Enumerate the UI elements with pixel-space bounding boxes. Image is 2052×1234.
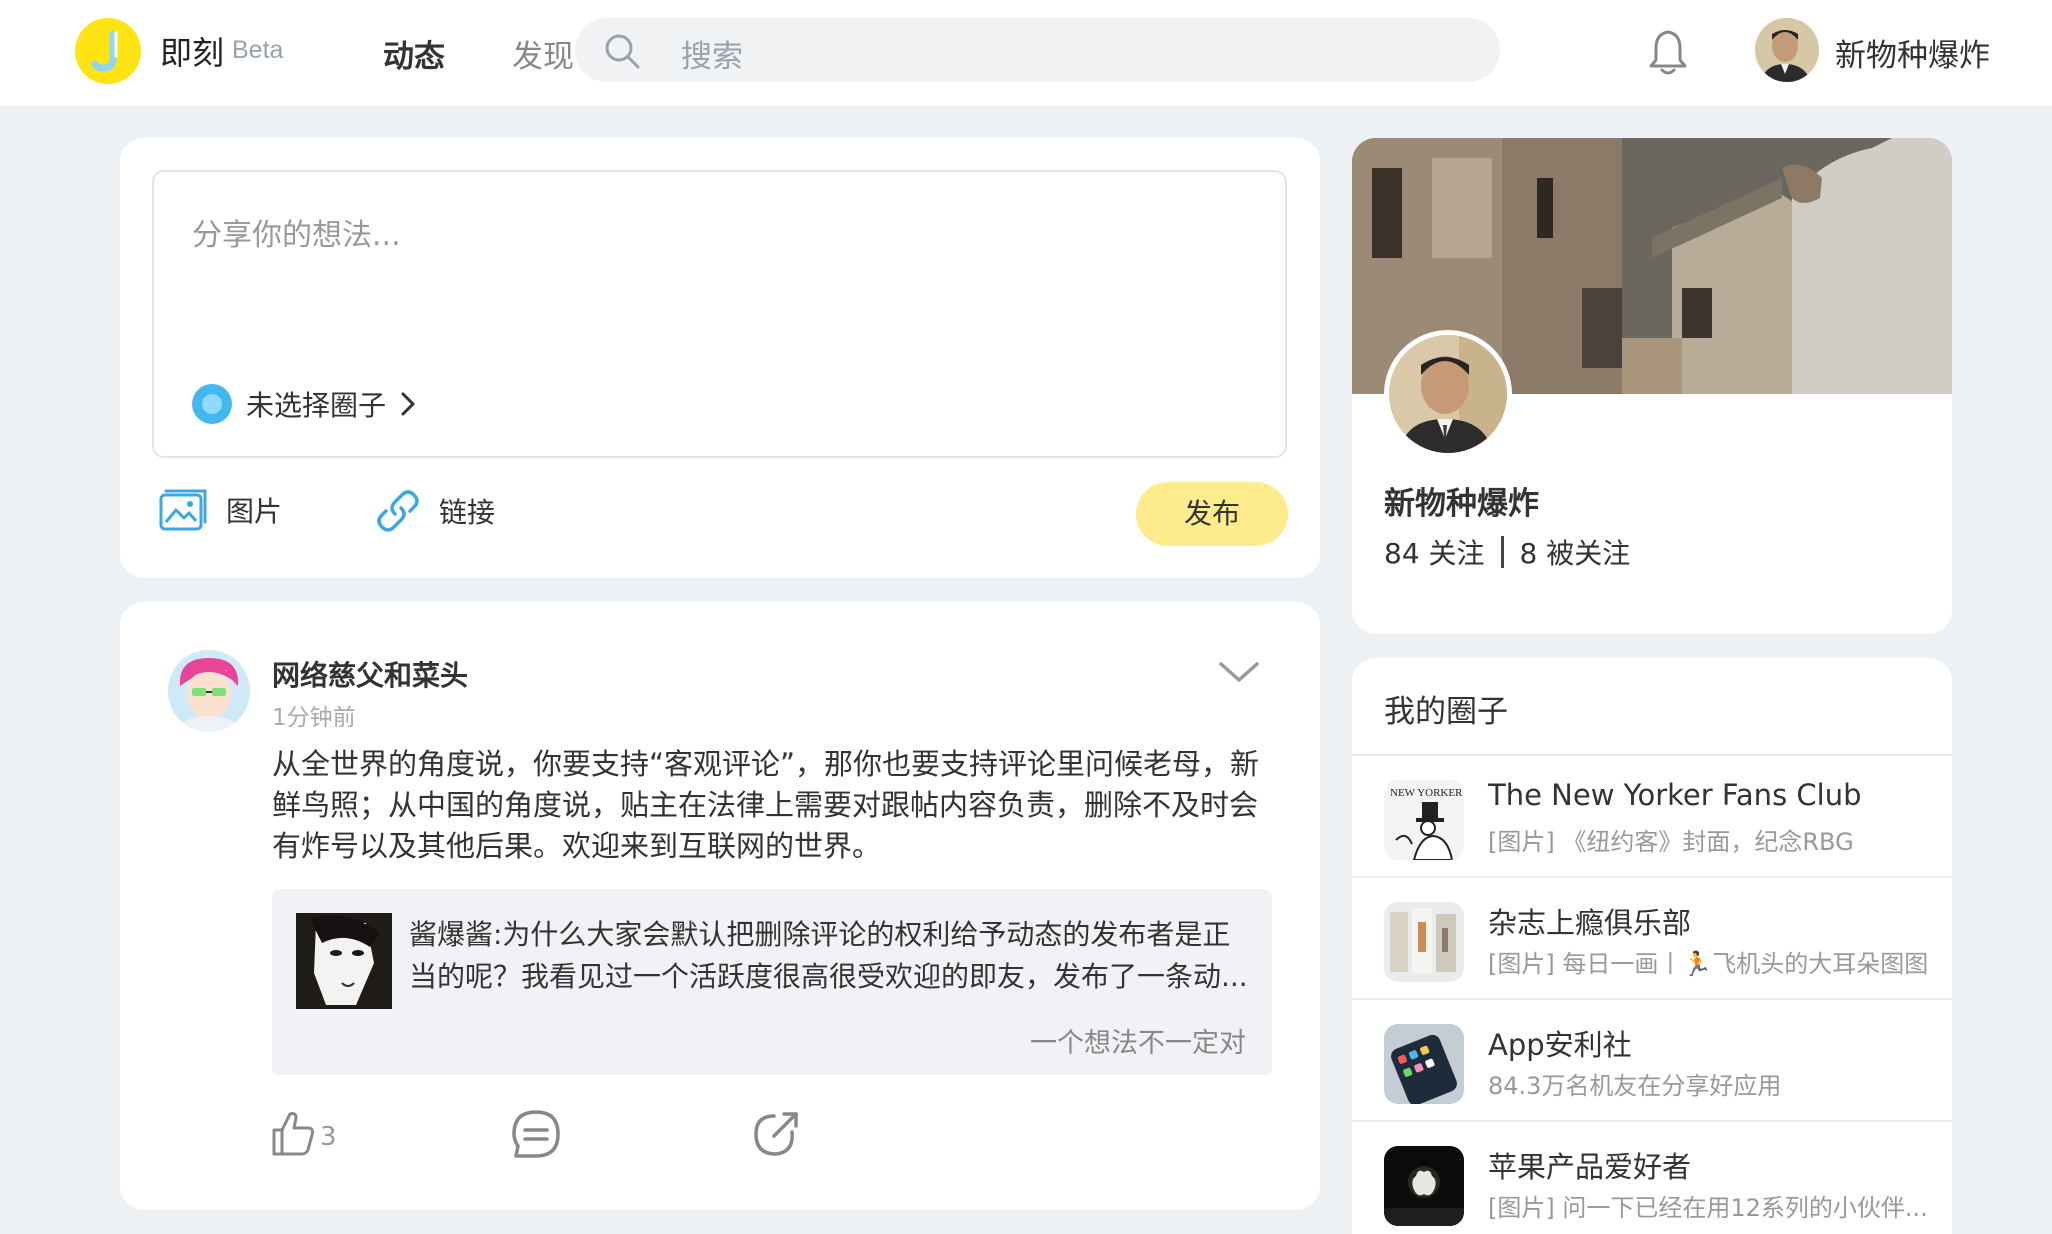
- nav-feed-tab[interactable]: 动态: [383, 31, 445, 76]
- circle-thumbnail: NEW YORKER: [1384, 780, 1464, 860]
- quoted-post-topic[interactable]: 一个想法不一定对: [1030, 1021, 1246, 1060]
- image-tool-label: 图片: [226, 495, 283, 528]
- like-button[interactable]: 3: [270, 1108, 337, 1168]
- share-button[interactable]: [750, 1108, 802, 1168]
- stats-divider: [1500, 536, 1504, 568]
- circle-desc: 84.3万名机友在分享好应用: [1488, 1072, 1782, 1100]
- beta-label: Beta: [232, 36, 284, 64]
- search-icon: [605, 34, 640, 69]
- share-icon: [754, 1112, 798, 1156]
- brand-name[interactable]: 即刻: [160, 28, 224, 74]
- following-count[interactable]: 84 关注: [1384, 532, 1485, 572]
- bell-icon[interactable]: [1646, 28, 1690, 76]
- jike-logo[interactable]: [75, 18, 141, 84]
- circle-desc: [图片] 《纽约客》封面，纪念RBG: [1488, 828, 1854, 856]
- publish-button[interactable]: 发布: [1136, 482, 1288, 546]
- nav-discover-tab[interactable]: 发现: [512, 31, 574, 76]
- quoted-post-text: 酱爆酱:为什么大家会默认把删除评论的权利给予动态的发布者是正当的呢？我看见过一个…: [409, 918, 1248, 993]
- quoted-post[interactable]: 酱爆酱:为什么大家会默认把删除评论的权利给予动态的发布者是正当的呢？我看见过一个…: [272, 889, 1272, 1075]
- post-timestamp: 1分钟前: [272, 705, 356, 731]
- circle-item[interactable]: 苹果产品爱好者 [图片] 问一下已经在用12系列的小伙伴...: [1352, 1122, 1952, 1234]
- like-count: 3: [320, 1122, 337, 1152]
- quoted-post-thumbnail: [296, 913, 392, 1009]
- profile-stats: 84 关注 8 被关注: [1384, 532, 1630, 572]
- circle-name: App安利社: [1488, 1028, 1632, 1062]
- topic-icon: [192, 384, 232, 424]
- search-input[interactable]: 搜索: [681, 31, 743, 76]
- top-navbar: 即刻 Beta 动态 发现 搜索 新物种爆炸: [0, 0, 2052, 106]
- circle-name: The New Yorker Fans Club: [1488, 778, 1862, 812]
- circle-name: 苹果产品爱好者: [1488, 1150, 1692, 1184]
- comment-button[interactable]: [510, 1108, 562, 1168]
- composer-card: 分享你的想法... 未选择圈子 图片 链接 发布: [120, 138, 1320, 578]
- post-author-name[interactable]: 网络慈父和菜头: [272, 654, 468, 694]
- circle-thumbnail: [1384, 1146, 1464, 1226]
- my-circles-card: 我的圈子 NEW YORKER The New Yorker Fans Club…: [1352, 658, 1952, 1234]
- post-card: 网络慈父和菜头 1分钟前 从全世界的角度说，你要支持“客观评论”，那你也要支持评…: [120, 602, 1320, 1210]
- profile-name[interactable]: 新物种爆炸: [1384, 478, 1539, 523]
- profile-card: 新物种爆炸 84 关注 8 被关注: [1352, 138, 1952, 634]
- user-name[interactable]: 新物种爆炸: [1835, 30, 1990, 75]
- circle-thumbnail: [1384, 1024, 1464, 1104]
- circle-item[interactable]: 杂志上瘾俱乐部 [图片] 每日一画丨🏃飞机头的大耳朵图图: [1352, 878, 1952, 1000]
- search-bar[interactable]: 搜索: [575, 18, 1500, 82]
- circle-thumbnail: [1384, 902, 1464, 982]
- post-body: 从全世界的角度说，你要支持“客观评论”，那你也要支持评论里问候老母，新鲜鸟照；从…: [272, 747, 1260, 863]
- circle-desc: [图片] 问一下已经在用12系列的小伙伴...: [1488, 1194, 1928, 1222]
- svg-text:NEW YORKER: NEW YORKER: [1390, 787, 1463, 799]
- link-icon: [377, 490, 419, 532]
- link-tool-button[interactable]: 链接: [375, 488, 495, 534]
- chevron-right-icon: [401, 392, 415, 416]
- compose-placeholder: 分享你的想法...: [192, 218, 401, 253]
- circle-name: 杂志上瘾俱乐部: [1488, 906, 1692, 940]
- topic-label: 未选择圈子: [246, 389, 387, 422]
- circles-title: 我的圈子: [1384, 694, 1508, 730]
- link-tool-label: 链接: [439, 496, 496, 529]
- circle-item[interactable]: App安利社 84.3万名机友在分享好应用: [1352, 1000, 1952, 1122]
- topic-selector[interactable]: 未选择圈子: [192, 384, 416, 424]
- profile-avatar[interactable]: [1384, 330, 1512, 458]
- comment-icon: [512, 1110, 560, 1158]
- thumbs-up-icon: [272, 1112, 314, 1156]
- post-author-avatar[interactable]: [168, 650, 250, 732]
- image-icon: [159, 489, 207, 531]
- image-tool-button[interactable]: 图片: [158, 488, 282, 532]
- followers-count[interactable]: 8 被关注: [1520, 532, 1631, 572]
- compose-textarea[interactable]: 分享你的想法... 未选择圈子: [152, 170, 1287, 458]
- circle-item[interactable]: NEW YORKER The New Yorker Fans Club [图片]…: [1352, 756, 1952, 878]
- chevron-down-icon[interactable]: [1218, 660, 1260, 684]
- user-avatar[interactable]: [1755, 18, 1819, 82]
- circle-desc: [图片] 每日一画丨🏃飞机头的大耳朵图图: [1488, 950, 1928, 978]
